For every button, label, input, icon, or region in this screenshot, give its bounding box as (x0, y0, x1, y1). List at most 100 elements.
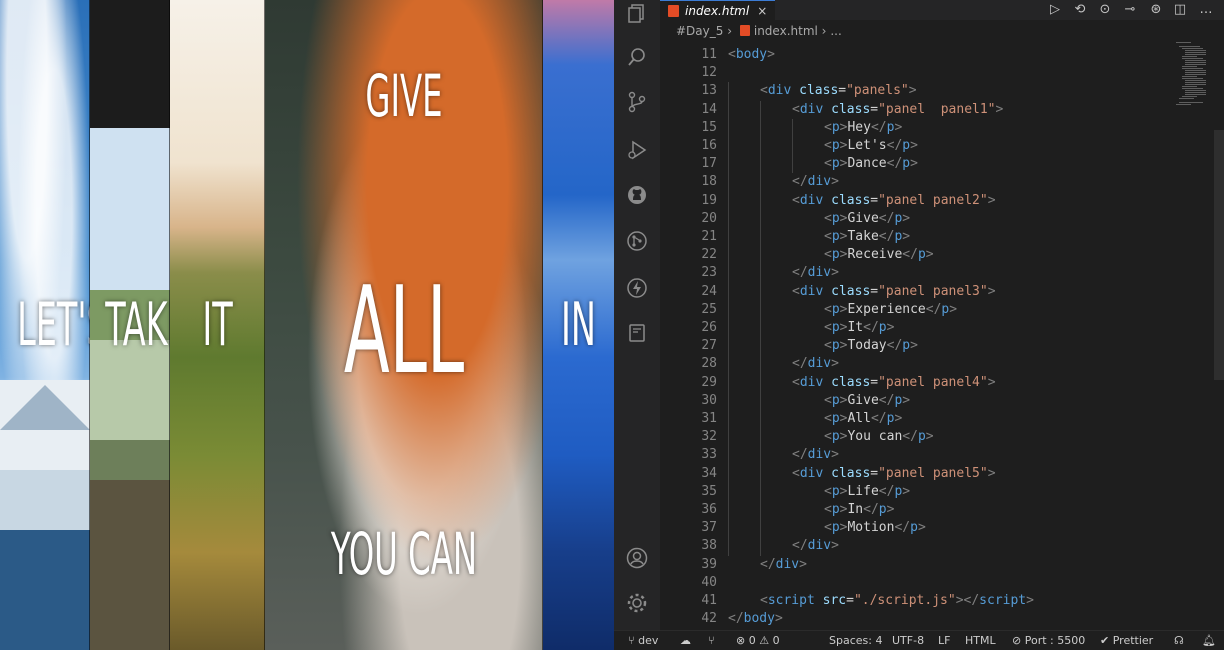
code-token: > (767, 47, 775, 62)
code-line[interactable]: 19 <div class="panel panel2"> (660, 192, 1224, 210)
tab-index-html[interactable]: index.html × (660, 0, 776, 20)
breadcrumb-more[interactable]: ... (830, 24, 841, 38)
code-token: < (824, 392, 832, 408)
code-line[interactable]: 35 <p>Life</p> (660, 483, 1224, 501)
source-control-icon[interactable] (625, 91, 649, 115)
settings-gear-icon[interactable] (625, 592, 649, 616)
thunder-client-icon[interactable] (625, 277, 649, 301)
code-token: < (824, 320, 832, 335)
code-line[interactable]: 27 <p>Today</p> (660, 337, 1224, 355)
editor-scrollbar[interactable] (1214, 130, 1224, 380)
code-text: <div class="panel panel1"> (792, 101, 1003, 119)
code-line[interactable]: 12 (660, 64, 1224, 82)
run-debug-icon[interactable] (625, 139, 649, 163)
problems-status[interactable]: ⊗ 0 ⚠ 0 (736, 631, 780, 650)
feedback-icon[interactable]: ☊ (1174, 631, 1184, 650)
code-line[interactable]: 37 <p>Motion</p> (660, 519, 1224, 537)
code-token: p (878, 502, 887, 517)
explorer-icon[interactable] (625, 2, 649, 26)
code-token: = (870, 283, 879, 299)
code-line[interactable]: 21 <p>Take</p> (660, 228, 1224, 246)
breadcrumb-folder[interactable]: #Day_5 (676, 24, 723, 38)
encoding-status[interactable]: UTF-8 (892, 631, 924, 650)
panel-3[interactable]: IT (170, 0, 265, 650)
browser-preview: LET'S TAKE IT GIVE ALL YOU CAN IN (0, 0, 614, 650)
language-status[interactable]: HTML (965, 631, 996, 650)
code-line[interactable]: 22 <p>Receive</p> (660, 246, 1224, 264)
branch-status[interactable]: ⑂ dev (628, 631, 658, 650)
live-share-icon[interactable]: ⑂ (708, 631, 715, 650)
code-line[interactable]: 32 <p>You can</p> (660, 428, 1224, 446)
line-number: 11 (701, 47, 717, 62)
code-line[interactable]: 23 </div> (660, 264, 1224, 282)
code-line[interactable]: 36 <p>In</p> (660, 501, 1224, 519)
code-text: <div class="panel panel3"> (792, 283, 996, 301)
code-token: Today (847, 338, 887, 354)
line-number: 19 (701, 192, 717, 208)
code-token: < (824, 119, 832, 135)
compare-icon[interactable]: ⊙ (1097, 2, 1113, 18)
code-token: p (831, 301, 840, 317)
code-line[interactable]: 29 <div class="panel panel4"> (660, 374, 1224, 392)
indentation-status[interactable]: Spaces: 4 (829, 631, 882, 650)
eol-status[interactable]: LF (938, 631, 950, 650)
prettier-status[interactable]: ✔ Prettier (1100, 631, 1153, 650)
live-server-status[interactable]: ⊘ Port : 5500 (1012, 631, 1085, 650)
code-line[interactable]: 30 <p>Give</p> (660, 392, 1224, 410)
code-line[interactable]: 33 </div> (660, 446, 1224, 464)
code-line[interactable]: 25 <p>Experience</p> (660, 301, 1224, 319)
close-icon[interactable]: × (757, 4, 767, 18)
next-change-icon[interactable]: ⊸ (1122, 2, 1138, 18)
code-text: </div> (792, 264, 839, 282)
code-line[interactable]: 34 <div class="panel panel5"> (660, 465, 1224, 483)
code-line[interactable]: 11 <body> (660, 46, 1224, 64)
gitlens-icon[interactable] (625, 230, 649, 254)
code-line[interactable]: 39 </div> (660, 556, 1224, 574)
code-line[interactable]: 40 (660, 574, 1224, 592)
run-icon[interactable]: ▷ (1047, 2, 1063, 18)
panel-4[interactable]: GIVE ALL YOU CAN (265, 0, 543, 650)
github-icon[interactable] (625, 184, 649, 208)
code-line[interactable]: 31 <p>All</p> (660, 410, 1224, 428)
minimap-line (1185, 82, 1206, 83)
code-token: class (831, 374, 871, 390)
notifications-bell-icon[interactable]: 🔔︎ (1202, 631, 1216, 650)
code-line[interactable]: 41 <script src="./script.js"></script> (660, 592, 1224, 610)
account-icon[interactable] (625, 547, 649, 571)
code-text: </div> (760, 556, 807, 574)
code-line[interactable]: 28 </div> (660, 355, 1224, 373)
code-line[interactable]: 38 </div> (660, 537, 1224, 555)
code-token: Give (847, 392, 879, 408)
mountain-shape (0, 385, 90, 430)
notebook-icon[interactable] (625, 322, 649, 346)
minimap[interactable] (1176, 42, 1216, 112)
code-line[interactable]: 24 <div class="panel panel3"> (660, 283, 1224, 301)
code-line[interactable]: 26 <p>It</p> (660, 319, 1224, 337)
warning-count: 0 (772, 634, 780, 647)
code-line[interactable]: 42 </body> (660, 610, 1224, 628)
code-token: "panel panel5" (878, 465, 988, 481)
panel-2[interactable]: TAKE (90, 0, 170, 650)
minimap-line (1179, 98, 1194, 99)
more-actions-icon[interactable]: … (1198, 2, 1214, 18)
code-line[interactable]: 18 </div> (660, 173, 1224, 191)
code-token: </ (886, 338, 903, 354)
code-token: Receive (847, 247, 903, 263)
code-line[interactable]: 13 <div class="panels"> (660, 82, 1224, 100)
code-line[interactable]: 14 <div class="panel panel1"> (660, 101, 1224, 119)
sync-icon[interactable]: ☁ (680, 631, 691, 650)
code-line[interactable]: 20 <p>Give</p> (660, 210, 1224, 228)
line-number: 30 (701, 392, 717, 408)
panel-1[interactable]: LET'S (0, 0, 90, 650)
code-line[interactable]: 16 <p>Let's</p> (660, 137, 1224, 155)
code-line[interactable]: 17 <p>Dance</p> (660, 155, 1224, 173)
code-token: = (870, 465, 879, 481)
split-editor-icon[interactable]: ◫ (1172, 2, 1188, 18)
go-live-icon[interactable]: ⟲ (1072, 2, 1088, 18)
search-icon[interactable] (625, 46, 649, 70)
gitlens-toolbar-icon[interactable]: ⊛ (1148, 2, 1164, 18)
code-editor[interactable]: 11 <body> 12 13 <div class="panels"> 14 <div c… (660, 42, 1224, 630)
code-line[interactable]: 15 <p>Hey</p> (660, 119, 1224, 137)
breadcrumb-file[interactable]: index.html (754, 24, 818, 38)
panel-5[interactable]: IN (543, 0, 614, 650)
